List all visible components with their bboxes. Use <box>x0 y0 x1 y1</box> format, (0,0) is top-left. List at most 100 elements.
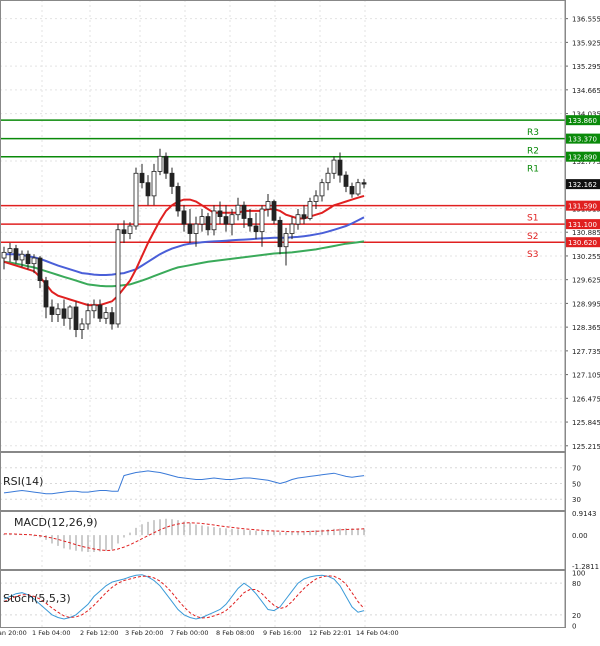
time-axis-label: 14 Feb 04:00 <box>356 629 399 637</box>
stoch-axis-label: 0 <box>572 622 576 630</box>
time-axis-label: 2 Feb 12:00 <box>80 629 119 637</box>
rsi-axis-label: 50 <box>572 480 581 488</box>
candle-body <box>61 308 67 319</box>
candle-body <box>289 223 295 234</box>
candle-body <box>139 172 145 184</box>
candle-body <box>337 159 343 176</box>
price-axis-label: 125.845 <box>572 419 600 427</box>
candle-body <box>85 310 91 325</box>
candle-body <box>55 308 61 315</box>
time-axis-label: 9 Feb 16:00 <box>263 629 302 637</box>
candle-body <box>25 253 31 265</box>
rsi-axis-label: 70 <box>572 465 581 473</box>
rsi-title: RSI(14) <box>3 475 43 488</box>
candle-body <box>175 186 181 212</box>
time-axis-label: 1 Feb 04:00 <box>32 629 71 637</box>
candle-body <box>73 306 79 330</box>
stoch-axis-label: 80 <box>572 580 581 588</box>
candle <box>271 199 277 225</box>
candle-body <box>301 214 307 219</box>
price-axis-label: 130.255 <box>572 253 600 261</box>
stoch-title: Stoch(5,5,3) <box>3 592 71 605</box>
level-price-label: 131.100 <box>568 221 597 229</box>
candle-body <box>211 210 217 231</box>
level-name-r1: R1 <box>527 165 539 175</box>
level-name-r2: R2 <box>527 147 539 157</box>
candle-body <box>181 210 187 225</box>
candle-body <box>331 159 337 174</box>
macd-axis-label: 0.9143 <box>572 510 597 518</box>
current-price-label: 132.162 <box>568 181 597 189</box>
candle <box>115 224 121 328</box>
candle-body <box>313 195 319 202</box>
candle-body <box>193 223 199 234</box>
candle-body <box>319 182 325 197</box>
price-axis-label: 130.885 <box>572 229 600 237</box>
candle-body <box>247 218 253 227</box>
candle-body <box>277 219 283 248</box>
level-price-label: 131.590 <box>568 203 597 211</box>
candle-body <box>91 304 97 312</box>
candle-body <box>355 182 361 195</box>
time-axis-label: 7 Feb 00:00 <box>170 629 209 637</box>
candle-body <box>67 306 73 319</box>
candle-body <box>103 312 109 319</box>
candle-body <box>37 257 43 282</box>
candle-body <box>235 204 241 216</box>
time-axis: Jan 20:00 1 Feb 04:00 2 Feb 12:00 3 Feb 20:… <box>0 629 399 637</box>
level-price-label: 130.620 <box>568 239 597 247</box>
candle-body <box>223 216 229 225</box>
stoch-axis-label: 100 <box>572 570 585 578</box>
candle-body <box>241 204 247 219</box>
price-axis-label: 128.995 <box>572 300 600 308</box>
level-name-s3: S3 <box>527 250 538 260</box>
candle-body <box>109 312 115 325</box>
candle-body <box>163 155 169 174</box>
candle-body <box>169 172 175 187</box>
candle-body <box>187 223 193 234</box>
candle-body <box>325 172 331 184</box>
rsi-axis-label: 30 <box>572 496 581 504</box>
level-price-label: 133.860 <box>568 117 597 125</box>
level-price-label: 133.370 <box>568 136 597 144</box>
candle <box>307 197 313 221</box>
candle-body <box>259 208 265 233</box>
candle-body <box>295 214 301 225</box>
candle-body <box>145 182 151 197</box>
candle-body <box>1 251 7 259</box>
candle-body <box>229 214 235 225</box>
candle-body <box>265 201 271 210</box>
time-axis-label: Jan 20:00 <box>0 629 27 637</box>
candle-body <box>115 229 121 325</box>
candle <box>133 167 139 230</box>
candle-body <box>157 155 163 172</box>
candle-body <box>217 210 223 217</box>
price-axis-label: 136.555 <box>572 16 600 24</box>
macd-title: MACD(12,26,9) <box>14 516 98 529</box>
price-axis-label: 134.665 <box>572 87 600 95</box>
candle-body <box>79 323 85 330</box>
time-axis-label: 3 Feb 20:00 <box>125 629 164 637</box>
candle-body <box>121 229 127 234</box>
candle-body <box>31 257 37 265</box>
level-name-s2: S2 <box>527 232 538 242</box>
candle-body <box>49 306 55 315</box>
candle-body <box>13 248 19 261</box>
price-axis-label: 128.365 <box>572 324 600 332</box>
candle-body <box>205 216 211 231</box>
candle-body <box>349 186 355 195</box>
chart-canvas: 136.555135.925135.295134.665134.035132.7… <box>0 0 600 642</box>
stoch-axis-label: 20 <box>572 612 581 620</box>
candle-body <box>7 248 13 253</box>
price-axis-label: 126.475 <box>572 395 600 403</box>
candle-body <box>283 233 289 248</box>
time-axis-label: 12 Feb 22:01 <box>309 629 352 637</box>
candle-body <box>43 280 49 308</box>
candle-body <box>97 304 103 319</box>
candle-body <box>199 216 205 225</box>
candle-body <box>127 225 133 234</box>
macd-axis-label: 0.00 <box>572 532 588 540</box>
candle-body <box>307 201 313 219</box>
level-price-label: 132.890 <box>568 154 597 162</box>
price-axis-label: 127.105 <box>572 372 600 380</box>
